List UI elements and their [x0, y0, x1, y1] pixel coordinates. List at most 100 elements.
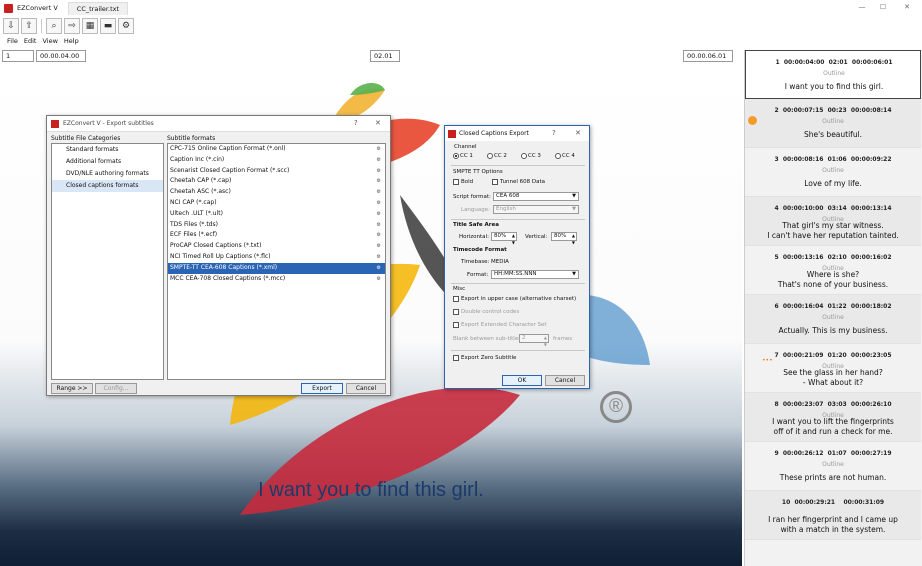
subtitle-index-field[interactable]: 1 [2, 50, 34, 62]
subtitle-line: I ran her fingerprint and I came up [768, 515, 898, 524]
help-button[interactable]: ? [552, 129, 556, 137]
subtitle-start: 00:00:10:00 [782, 205, 824, 212]
format-item[interactable]: Cheetah ASC (*.asc) ⚙ [168, 187, 385, 198]
extended-charset-checkbox[interactable]: Export Extended Character Set [453, 322, 547, 328]
format-label: MCC CEA-708 Closed Captions (*.mcc) [170, 274, 286, 282]
format-item[interactable]: SMPTE-TT CEA-608 Captions (*.xml) ⚙ [168, 262, 385, 274]
format-item[interactable]: TDS Files (*.tds) ⚙ [168, 220, 385, 231]
file-tab[interactable]: CC_trailer.txt [67, 1, 129, 15]
category-list[interactable]: Standard formats Additional formats DVD/NL… [51, 143, 164, 380]
format-item[interactable]: Scenarist Closed Caption Format (*.scc) ⚙ [168, 166, 385, 177]
gear-icon[interactable]: ⚙ [377, 252, 381, 263]
horizontal-spinner[interactable]: 80% ▲ ▼ [491, 232, 517, 245]
help-button[interactable]: ? [354, 119, 358, 127]
subtitle-icon[interactable]: ▬ [100, 18, 116, 34]
format-item[interactable]: CPC-715 Online Caption Format (*.onl) ⚙ [168, 144, 385, 155]
export-icon[interactable]: ⇧ [21, 18, 37, 34]
close-button[interactable]: ✕ [575, 129, 581, 137]
cancel-button[interactable]: Cancel [545, 375, 585, 386]
format-item[interactable]: NCI Timed Roll Up Captions (*.flc) ⚙ [168, 252, 385, 263]
subtitle-list-item[interactable]: 2 00:00:07:15 00:23 00:00:08:14 Outline Sh… [745, 99, 921, 148]
search-icon[interactable]: ⌕ [46, 18, 62, 34]
upper-case-checkbox[interactable]: Export in upper case (alternative charse… [453, 296, 576, 302]
subtitle-list-item[interactable]: 7 00:00:21:09 01:20 00:00:23:05 Outline Se… [745, 344, 921, 393]
title-safe-label: Title Safe Area [453, 222, 499, 228]
format-item[interactable]: Ultech .ULT (*.ult) ⚙ [168, 209, 385, 220]
subtitle-text: Where is she? That's none of your busines… [745, 270, 921, 290]
export-button[interactable]: Export [301, 383, 343, 394]
subtitle-list-item[interactable]: 9 00:00:26:12 01:07 00:00:27:19 Outline Th… [745, 442, 921, 491]
start-time-field[interactable]: 00.00.04.00 [36, 50, 86, 62]
format-item[interactable]: NCI CAP (*.cap) ⚙ [168, 198, 385, 209]
forward-icon[interactable]: ⇨ [64, 18, 80, 34]
close-button[interactable]: ✕ [902, 3, 912, 11]
gear-icon[interactable]: ⚙ [377, 144, 381, 155]
gear-icon[interactable]: ⚙ [377, 166, 381, 177]
radio-label: CC 2 [494, 153, 507, 159]
gear-icon[interactable]: ⚙ [377, 230, 381, 241]
marker-icon[interactable] [748, 116, 757, 125]
subtitle-list-item[interactable]: 3 00:00:08:16 01:06 00:00:09:22 Outline Lo… [745, 148, 921, 197]
subtitle-list-item[interactable]: 1 00:00:04:00 02:01 00:00:06:01 Outline I … [745, 50, 921, 99]
subtitle-list-item[interactable]: 6 00:00:16:04 01:22 00:00:18:02 Outline Ac… [745, 295, 921, 344]
subtitle-list-item[interactable]: 8 00:00:23:07 03:03 00:00:26:10 Outline I … [745, 393, 921, 442]
channel-radio-cc3[interactable]: CC 3 [521, 153, 541, 159]
gear-icon[interactable]: ⚙ [377, 241, 381, 252]
zero-subtitle-checkbox[interactable]: Export Zero Subtitle [453, 355, 516, 361]
timecode-format-select[interactable]: HH:MM:SS.NNN ▼ [491, 270, 579, 279]
range-button[interactable]: Range >> [51, 383, 93, 394]
gear-icon[interactable]: ⚙ [377, 198, 381, 209]
double-codes-checkbox[interactable]: Double control codes [453, 309, 519, 315]
cancel-button[interactable]: Cancel [346, 383, 386, 394]
menu-help[interactable]: Help [64, 37, 79, 48]
format-item[interactable]: Cheetah CAP (*.cap) ⚙ [168, 176, 385, 187]
language-label: Language: [461, 207, 490, 213]
gear-icon[interactable]: ⚙ [377, 187, 381, 198]
import-icon[interactable]: ⇩ [3, 18, 19, 34]
format-item[interactable]: ECF Files (*.ecf) ⚙ [168, 230, 385, 241]
gear-icon[interactable]: ⚙ [377, 155, 381, 166]
channel-radio-cc2[interactable]: CC 2 [487, 153, 507, 159]
grid-icon[interactable]: ▦ [82, 18, 98, 34]
maximize-button[interactable]: ☐ [878, 3, 888, 11]
category-item[interactable]: Closed captions formats [52, 180, 163, 192]
gear-icon[interactable]: ⚙ [118, 18, 134, 34]
format-label: NCI CAP (*.cap) [170, 198, 217, 206]
menu-edit[interactable]: Edit [24, 37, 37, 48]
script-format-select[interactable]: CEA 608 ▼ [493, 192, 579, 201]
format-item[interactable]: MCC CEA-708 Closed Captions (*.mcc) ⚙ [168, 274, 385, 285]
format-label: NCI Timed Roll Up Captions (*.flc) [170, 252, 271, 260]
language-select[interactable]: English ▼ [493, 205, 579, 214]
subtitle-list-item[interactable]: 4 00:00:10:00 03:14 00:00:13:14 Outline Th… [745, 197, 921, 246]
subtitle-dur: 03:14 [827, 205, 847, 212]
blank-frames-spinner[interactable]: 2 ▲ ▼ [519, 334, 549, 347]
channel-radio-cc4[interactable]: CC 4 [555, 153, 575, 159]
format-item[interactable]: Caption Inc (*.cin) ⚙ [168, 155, 385, 166]
category-item[interactable]: Additional formats [52, 156, 163, 168]
menu-file[interactable]: File [7, 37, 18, 48]
gear-icon[interactable]: ⚙ [377, 209, 381, 220]
ok-button[interactable]: OK [502, 375, 542, 386]
category-item[interactable]: Standard formats [52, 144, 163, 156]
subtitle-list-item[interactable]: 5 00:00:13:16 02:10 00:00:16:02 Outline Wh… [745, 246, 921, 295]
end-time-field[interactable]: 00.00.06.01 [683, 50, 733, 62]
vertical-spinner[interactable]: 80% ▲ ▼ [551, 232, 577, 245]
format-item[interactable]: ProCAP Closed Captions (*.txt) ⚙ [168, 241, 385, 252]
category-item[interactable]: DVD/NLE authoring formats [52, 168, 163, 180]
menu-view[interactable]: View [42, 37, 57, 48]
gear-icon[interactable]: ⚙ [377, 274, 381, 285]
gear-icon[interactable]: ⚙ [377, 263, 381, 274]
subtitle-line: I want you to find this girl. [784, 82, 884, 91]
gear-icon[interactable]: ⚙ [377, 176, 381, 187]
gear-icon[interactable]: ⚙ [377, 220, 381, 231]
tunnel-608-checkbox[interactable]: Tunnel 608 Data [492, 179, 545, 185]
subtitle-list[interactable]: 1 00:00:04:00 02:01 00:00:06:01 Outline I … [744, 50, 922, 566]
subtitle-list-item[interactable]: 10 00:00:29:21 00:00:31:09 I ran her fing… [745, 491, 921, 540]
config-button[interactable]: Config... [95, 383, 137, 394]
minimize-button[interactable]: — [857, 3, 867, 11]
format-list[interactable]: CPC-715 Online Caption Format (*.onl) ⚙ Ca… [167, 143, 386, 380]
bold-checkbox[interactable]: Bold [453, 179, 473, 185]
channel-radio-cc1[interactable]: CC 1 [453, 153, 473, 159]
close-button[interactable]: ✕ [375, 119, 381, 127]
duration-field[interactable]: 02.01 [370, 50, 400, 62]
